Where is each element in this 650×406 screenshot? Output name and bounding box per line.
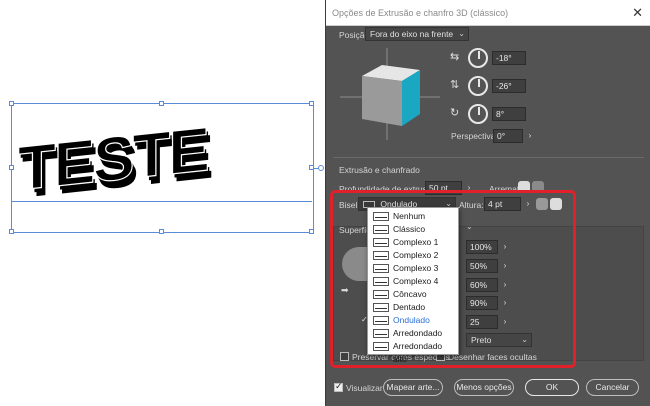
perspective-label: Perspectiva: <box>451 131 498 141</box>
ok-button[interactable]: OK <box>525 379 579 396</box>
dialog-title: Opções de Extrusão e chanfro 3D (clássic… <box>332 8 509 18</box>
preview-label: Visualizar <box>346 383 383 393</box>
handle-bottom-right[interactable] <box>309 229 314 234</box>
selection-baseline <box>12 201 312 202</box>
z-rotation-field[interactable]: 8° <box>492 107 526 121</box>
handle-bottom-center[interactable] <box>159 229 164 234</box>
highlight-annotation-box <box>330 190 576 368</box>
dialog-titlebar[interactable]: Opções de Extrusão e chanfro 3D (clássic… <box>326 0 650 26</box>
y-axis-rotate-icon: ⇅ <box>450 79 460 91</box>
cancel-button[interactable]: Cancelar <box>586 379 639 396</box>
x-rotation-field[interactable]: -18° <box>492 51 526 65</box>
type-thread-port[interactable] <box>318 165 324 171</box>
handle-middle-left[interactable] <box>9 165 14 170</box>
y-rotation-field[interactable]: -26° <box>492 79 526 93</box>
handle-top-right[interactable] <box>309 101 314 106</box>
y-rotation-dial[interactable] <box>468 76 488 96</box>
x-rotation-dial[interactable] <box>468 48 488 68</box>
position-select-value: Fora do eixo na frente <box>370 29 454 39</box>
extrude-section-title: Extrusão e chanfrado <box>339 165 420 175</box>
preview-checkbox[interactable] <box>334 381 343 392</box>
map-art-button[interactable]: Mapear arte... <box>383 379 443 396</box>
rotation-cube-preview[interactable] <box>340 48 440 140</box>
close-icon[interactable]: ✕ <box>632 0 643 26</box>
z-rotation-dial[interactable] <box>468 104 488 124</box>
position-select[interactable]: Fora do eixo na frente ⌄ <box>365 27 469 41</box>
selection-bounding-box[interactable] <box>11 103 314 233</box>
handle-bottom-left[interactable] <box>9 229 14 234</box>
handle-top-center[interactable] <box>159 101 164 106</box>
handle-top-left[interactable] <box>9 101 14 106</box>
extrude-section-divider <box>333 157 644 158</box>
artboard: TESTE TESTE TESTE <box>0 0 330 406</box>
perspective-field[interactable]: 0° <box>493 129 523 143</box>
chevron-down-icon: ⌄ <box>458 29 465 38</box>
perspective-arrow-icon[interactable]: › <box>524 129 536 143</box>
fewer-options-button[interactable]: Menos opções <box>454 379 514 396</box>
x-axis-rotate-icon: ⇆ <box>450 51 460 63</box>
z-axis-rotate-icon: ↻ <box>450 107 460 119</box>
